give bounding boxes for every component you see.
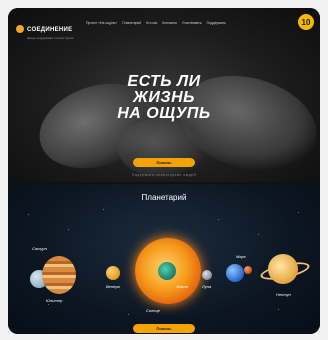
planet-label: Марс [236,254,246,259]
planet-blue[interactable] [226,264,244,282]
planetarium-section: Планетарий Сатурн Юпитер Венера Солнце З… [8,184,320,334]
logo-text: СОЕДИНЕНИЕ [27,27,73,33]
planet-label: Юпитер [46,298,63,303]
star [278,309,279,310]
planet-label: Венера [106,284,120,289]
logo-subtitle: фонд поддержки слепоглухих [27,36,74,40]
logo-mark-icon [16,25,24,33]
hero-title-line: ЕСТЬ ЛИ [127,73,201,90]
star [28,214,29,215]
planet-label: Сатурн [32,246,47,251]
hero-title-line: ЖИЗНЬ [132,89,195,106]
star [128,314,129,315]
nav-item[interactable]: Участвовать [182,21,202,25]
planet-venus[interactable] [106,266,120,280]
planet-label: Земля [176,284,188,289]
anniversary-badge: 10 [298,14,314,30]
page-frame: СОЕДИНЕНИЕ фонд поддержки слепоглухих Пр… [8,8,320,334]
hero-title: ЕСТЬ ЛИ ЖИЗНЬ НА ОЩУПЬ [8,74,320,122]
star [298,212,299,213]
nav-item[interactable]: Контакты [162,21,177,25]
nav-item[interactable]: Проект «На ощупь» [86,21,117,25]
logo[interactable]: СОЕДИНЕНИЕ фонд поддержки слепоглухих [16,18,74,40]
help-button[interactable]: Помочь [133,158,195,167]
hero-title-line: НА ОЩУПЬ [117,105,211,122]
planet-label: Солнце [146,308,160,313]
star [103,209,104,210]
planet-earth[interactable] [158,262,176,280]
hero-hint: Подержите слепоглухих людей [131,173,197,177]
planet-jupiter[interactable] [42,256,76,294]
section-title: Планетарий [141,193,187,202]
glove-image [118,118,208,178]
help-button[interactable]: Помочь [133,324,195,333]
hero-section: СОЕДИНЕНИЕ фонд поддержки слепоглухих Пр… [8,8,320,182]
moon[interactable] [202,270,212,280]
star [258,234,259,235]
nav-item[interactable]: Кто мы [146,21,157,25]
planet-saturn[interactable] [268,254,298,284]
planet-label: Луна [202,284,212,289]
star [68,229,69,230]
planet-mars[interactable] [244,266,252,274]
top-nav: Проект «На ощупь» Планетарий Кто мы Конт… [86,21,226,25]
star [218,219,219,220]
planet-label: Нептун [276,292,291,297]
star [48,304,49,305]
nav-item[interactable]: Планетарий [122,21,141,25]
nav-item[interactable]: Поддержать [207,21,226,25]
